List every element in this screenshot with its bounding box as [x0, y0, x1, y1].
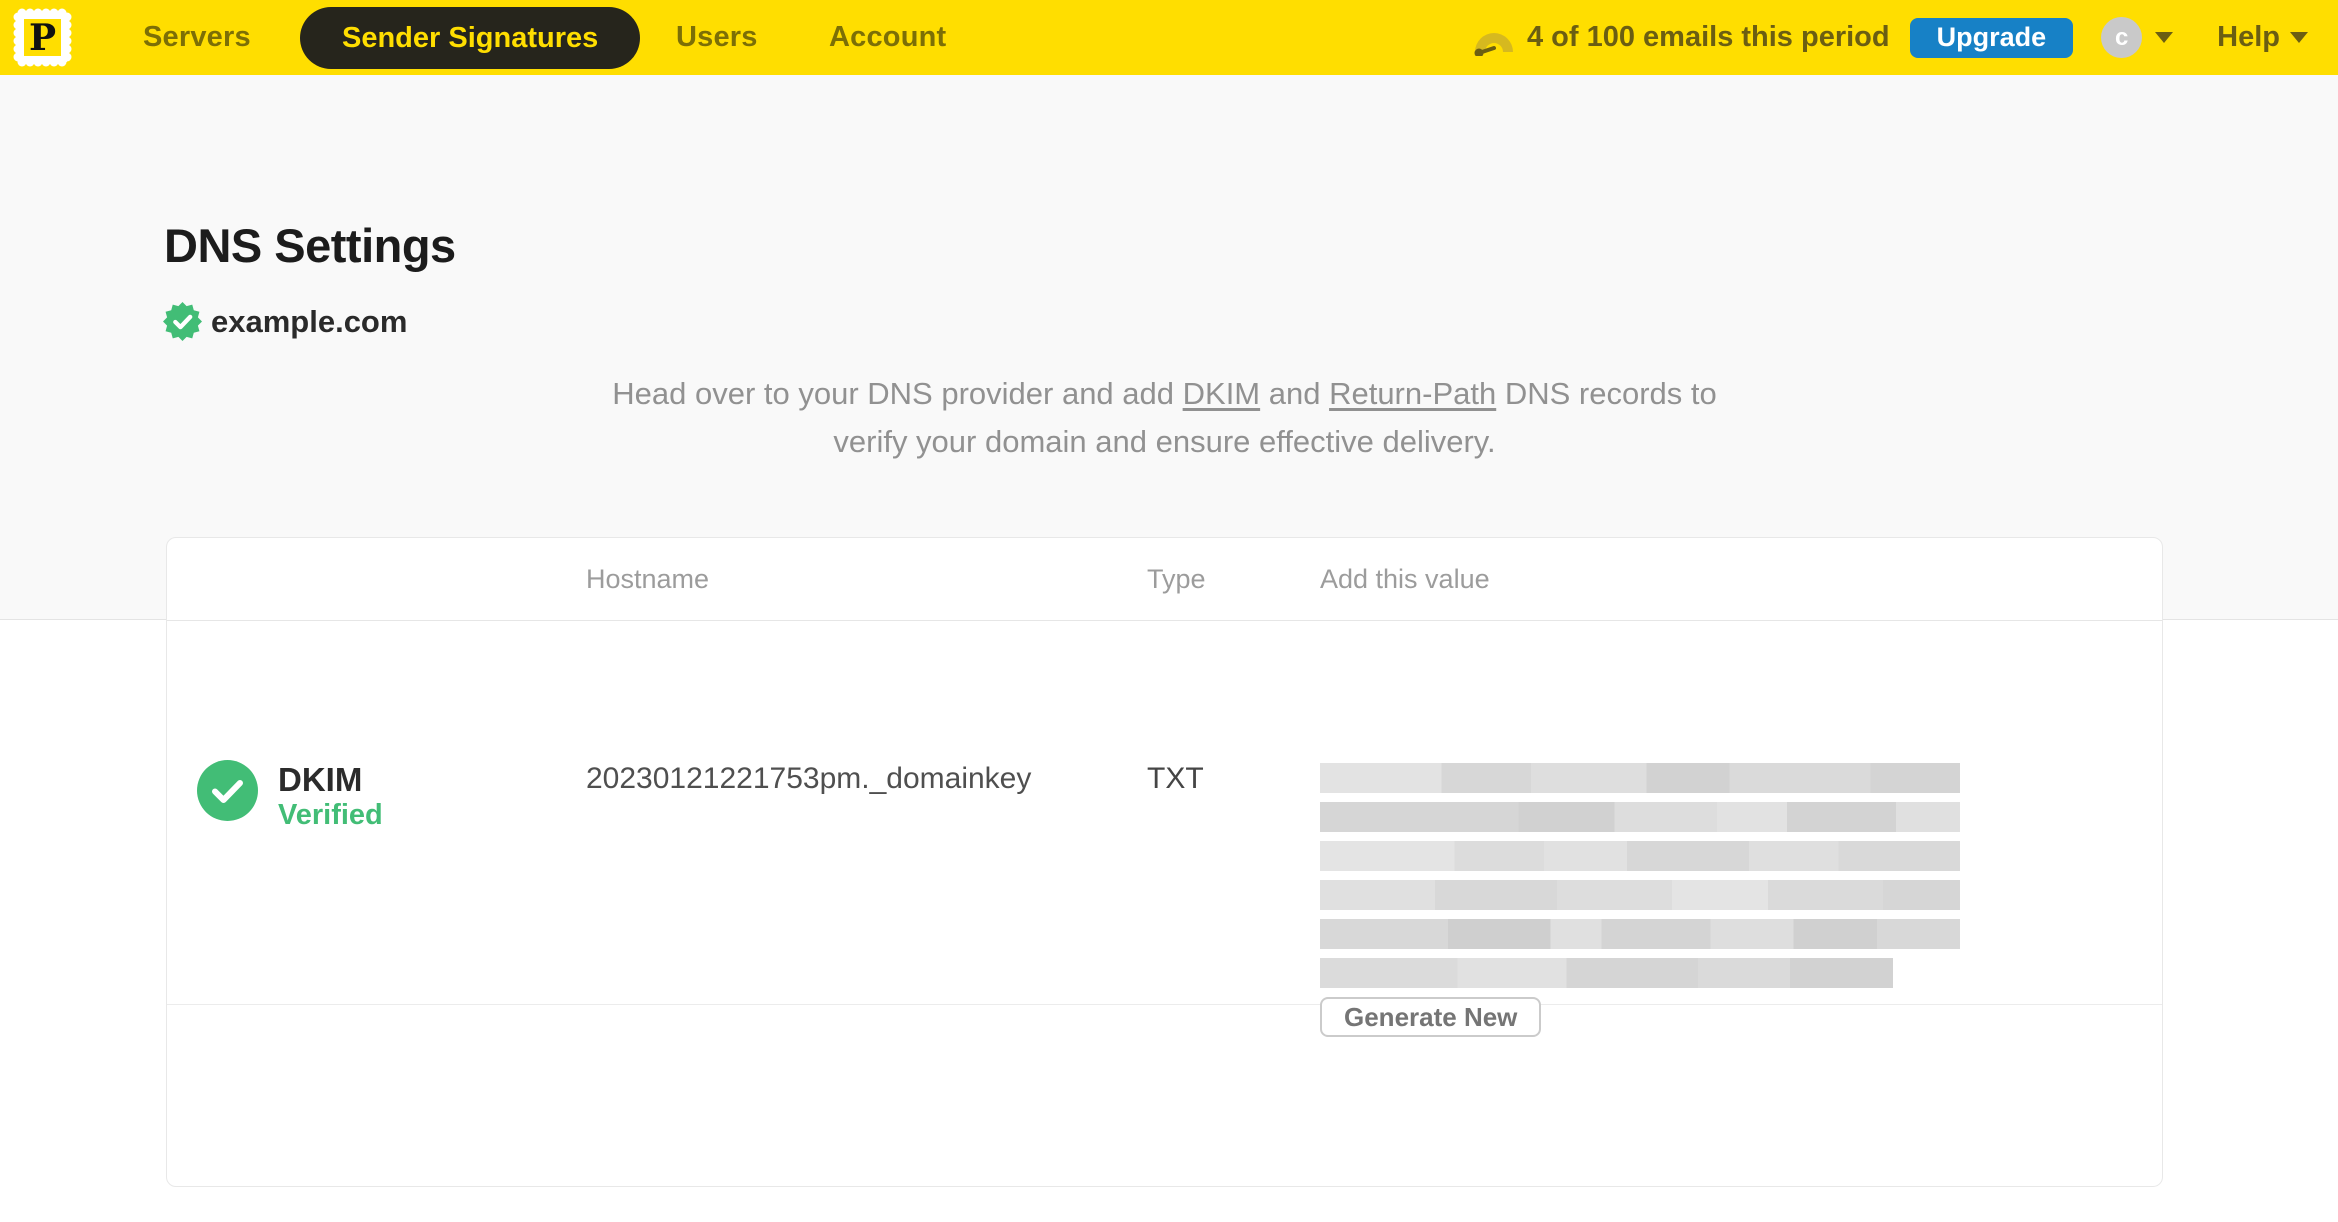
record-status: Verified: [278, 799, 383, 831]
intro-segment: DNS records to: [1496, 376, 1717, 411]
intro-text: Head over to your DNS provider and add D…: [166, 370, 2163, 466]
nav-item-users[interactable]: Users: [676, 0, 758, 75]
redacted-value-bar: [1320, 802, 1960, 832]
nav-item-servers[interactable]: Servers: [143, 0, 251, 75]
column-header-type: Type: [1147, 564, 1206, 594]
chevron-down-icon: [2155, 32, 2174, 43]
redacted-value-bar: [1320, 841, 1960, 871]
verified-seal-icon: [163, 302, 202, 341]
redacted-value-bar: [1320, 763, 1960, 793]
nav-item-sender-signatures[interactable]: Sender Signatures: [300, 7, 641, 69]
redacted-value-bar: [1320, 919, 1960, 949]
nav-item-account[interactable]: Account: [829, 0, 946, 75]
redacted-value-bar: [1320, 958, 1893, 988]
upgrade-button[interactable]: Upgrade: [1909, 17, 2074, 58]
chevron-down-icon: [2290, 32, 2308, 43]
avatar[interactable]: c: [2101, 17, 2143, 58]
email-usage-counter: 4 of 100 emails this period: [1526, 21, 1890, 53]
dns-records-card: Hostname Type Add this value DKIM Verifi…: [166, 537, 2163, 1187]
top-navbar: P Servers Sender Signatures Users Accoun…: [0, 0, 2338, 75]
help-label: Help: [2217, 21, 2280, 53]
postmark-logo-icon[interactable]: P: [13, 8, 72, 67]
navbar-right-group: 4 of 100 emails this period Upgrade c He…: [1473, 0, 2308, 75]
intro-segment: verify your domain and ensure effective …: [833, 424, 1496, 459]
redacted-dns-value: [1320, 763, 1960, 997]
svg-text:P: P: [29, 17, 56, 59]
help-menu[interactable]: Help: [2217, 21, 2308, 54]
account-menu[interactable]: c: [2101, 17, 2174, 58]
page-title: DNS Settings: [164, 219, 456, 272]
table-header: Hostname Type Add this value: [167, 538, 2162, 621]
column-header-hostname: Hostname: [586, 564, 710, 594]
page-root: P Servers Sender Signatures Users Accoun…: [0, 0, 2338, 1222]
usage-gauge-icon: [1474, 32, 1513, 56]
domain-name: example.com: [211, 303, 408, 339]
intro-segment: and: [1260, 376, 1330, 411]
column-header-value: Add this value: [1320, 564, 1490, 594]
record-type: TXT: [1147, 762, 1204, 795]
dkim-link[interactable]: DKIM: [1183, 376, 1261, 411]
return-path-link[interactable]: Return-Path: [1329, 376, 1496, 411]
redacted-value-bar: [1320, 880, 1960, 910]
verified-domain: example.com: [163, 302, 407, 341]
table-row-return-path: Return-Path Verified pm-bounces Edit CNA…: [167, 1005, 2162, 1187]
record-hostname: 20230121221753pm._domainkey: [586, 762, 1032, 795]
verified-check-icon: [197, 760, 258, 821]
record-name: DKIM: [278, 761, 363, 798]
intro-segment: Head over to your DNS provider and add: [612, 376, 1183, 411]
table-row-dkim: DKIM Verified 20230121221753pm._domainke…: [167, 621, 2162, 1037]
